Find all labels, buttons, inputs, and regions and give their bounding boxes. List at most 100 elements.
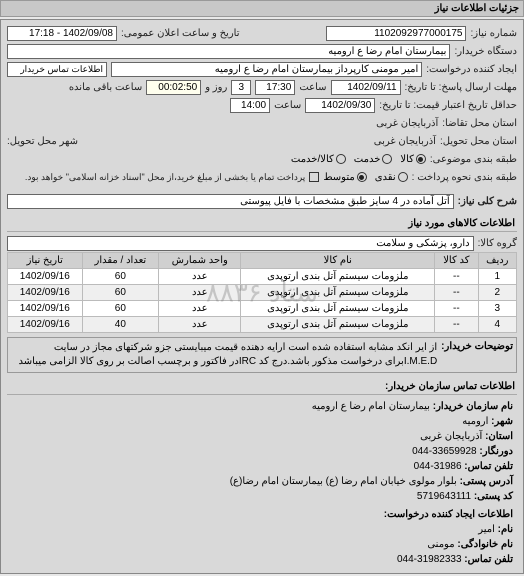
days-field: 3 bbox=[231, 80, 251, 95]
bi-name: امیر bbox=[478, 524, 495, 535]
table-row: 1--ملزومات سیستم آتل بندی ارتوپدیعدد6014… bbox=[8, 269, 517, 285]
radio-goods-service[interactable] bbox=[336, 154, 346, 164]
bi-prov-label: استان: bbox=[485, 431, 513, 442]
bi-phone-label: تلفن تماس: bbox=[464, 461, 513, 472]
province-deliver-label: استان محل تحویل: bbox=[440, 136, 517, 147]
cell-date: 1402/09/16 bbox=[8, 269, 83, 285]
buyer-info: نام سازمان خریدار: بیمارستان امام رضا ع … bbox=[7, 397, 517, 569]
bi-phone: 31986-044 bbox=[414, 461, 462, 472]
items-table-wrap: ردیف کد کالا نام کالا واحد شمارش تعداد /… bbox=[7, 252, 517, 333]
radio-cash[interactable] bbox=[398, 172, 408, 182]
deadline-time: 17:30 bbox=[255, 80, 295, 95]
bi-zip-label: کد پستی: bbox=[474, 491, 513, 502]
cell-unit: عدد bbox=[159, 285, 241, 301]
items-table: ردیف کد کالا نام کالا واحد شمارش تعداد /… bbox=[7, 252, 517, 333]
buyer-label: دستگاه خریدار: bbox=[454, 46, 517, 57]
buyer-field: بیمارستان امام رضا ع ارومیه bbox=[7, 44, 450, 59]
remain-time: 00:02:50 bbox=[146, 80, 201, 95]
cell-qty: 60 bbox=[82, 269, 159, 285]
cell-row: 1 bbox=[478, 269, 516, 285]
form-panel: شماره نیاز: 1102092977000175 تاریخ و ساع… bbox=[0, 19, 524, 574]
deadline-label: مهلت ارسال پاسخ: تا تاریخ: bbox=[405, 82, 517, 93]
cell-code: -- bbox=[435, 317, 478, 333]
radio-cash-label: نقدی bbox=[375, 172, 396, 183]
desc-box: توضیحات خریدار: از ایر انکد مشابه استفاد… bbox=[7, 337, 517, 373]
city-deliver-label: شهر محل تحویل: bbox=[7, 136, 78, 147]
cell-qty: 60 bbox=[82, 285, 159, 301]
cell-name: ملزومات سیستم آتل بندی ارتوپدی bbox=[241, 317, 435, 333]
radio-mid[interactable] bbox=[357, 172, 367, 182]
validity-time: 14:00 bbox=[230, 98, 270, 113]
radio-goods-service-label: کالا/خدمت bbox=[291, 154, 334, 165]
reqno-field: 1102092977000175 bbox=[326, 26, 466, 41]
bi-fax: 33659928-044 bbox=[412, 446, 477, 457]
contact-link[interactable]: اطلاعات تماس خریدار bbox=[7, 62, 107, 77]
class-label: طبقه بندی موضوعی: bbox=[430, 154, 517, 165]
bi-org-label: نام سازمان خریدار: bbox=[433, 401, 513, 412]
table-row: 2--ملزومات سیستم آتل بندی ارتوپدیعدد6014… bbox=[8, 285, 517, 301]
requester-label: ایجاد کننده درخواست: bbox=[426, 64, 517, 75]
group-label: گروه کالا: bbox=[478, 238, 517, 249]
days-label: روز و bbox=[205, 82, 227, 93]
cell-qty: 60 bbox=[82, 301, 159, 317]
items-title: اطلاعات کالاهای مورد نیاز bbox=[7, 214, 517, 232]
province-req: آذربایجان غربی bbox=[376, 118, 438, 129]
radio-service[interactable] bbox=[382, 154, 392, 164]
desc-label: توضیحات خریدار: bbox=[441, 341, 513, 369]
creator-title: اطلاعات ایجاد کننده درخواست: bbox=[11, 507, 513, 522]
cell-date: 1402/09/16 bbox=[8, 317, 83, 333]
col-date: تاریخ نیاز bbox=[8, 253, 83, 269]
bi-lname: مومنی bbox=[427, 539, 454, 550]
radio-goods-label: کالا bbox=[400, 154, 414, 165]
page-title: جزئیات اطلاعات نیاز bbox=[0, 0, 524, 17]
radio-mid-label: متوسط bbox=[323, 172, 354, 183]
cell-qty: 40 bbox=[82, 317, 159, 333]
time-label-2: ساعت bbox=[274, 100, 301, 111]
cell-row: 3 bbox=[478, 301, 516, 317]
group-field: دارو، پزشکی و سلامت bbox=[7, 236, 474, 251]
bi-name-label: نام: bbox=[498, 524, 513, 535]
validity-label: حداقل تاریخ اعتبار قیمت: تا تاریخ: bbox=[379, 100, 517, 111]
bi-city: ارومیه bbox=[462, 416, 488, 427]
requester-field: امیر مومنی کارپرداز بیمارستان امام رضا ع… bbox=[111, 62, 422, 77]
cell-name: ملزومات سیستم آتل بندی ارتوپدی bbox=[241, 269, 435, 285]
radio-service-label: خدمت bbox=[354, 154, 381, 165]
bi-lname-label: نام خانوادگی: bbox=[457, 539, 513, 550]
bi-org: بیمارستان امام رضا ع ارومیه bbox=[312, 401, 430, 412]
col-name: نام کالا bbox=[241, 253, 435, 269]
col-code: کد کالا bbox=[435, 253, 478, 269]
summary-label: شرح کلی نیاز: bbox=[458, 196, 517, 207]
bi-cphone: 31982333-044 bbox=[397, 554, 462, 565]
cell-row: 4 bbox=[478, 317, 516, 333]
cell-code: -- bbox=[435, 269, 478, 285]
announce-field: 1402/09/08 - 17:18 bbox=[7, 26, 117, 41]
pay-label: طبقه بندی نحوه پرداخت : bbox=[412, 172, 517, 183]
time-label-1: ساعت bbox=[299, 82, 326, 93]
cell-date: 1402/09/16 bbox=[8, 285, 83, 301]
cell-unit: عدد bbox=[159, 317, 241, 333]
desc-text: از ایر انکد مشابه استفاده شده است ارایه … bbox=[11, 341, 437, 369]
cell-code: -- bbox=[435, 285, 478, 301]
cell-row: 2 bbox=[478, 285, 516, 301]
province-req-label: استان محل تقاضا: bbox=[442, 118, 517, 129]
cell-name: ملزومات سیستم آتل بندی ارتوپدی bbox=[241, 285, 435, 301]
col-qty: تعداد / مقدار bbox=[82, 253, 159, 269]
pay-note-checkbox[interactable] bbox=[309, 172, 319, 182]
bi-cphone-label: تلفن تماس: bbox=[464, 554, 513, 565]
col-row: ردیف bbox=[478, 253, 516, 269]
pay-note: پرداخت تمام یا بخشی از مبلغ خرید،از محل … bbox=[25, 172, 305, 183]
col-unit: واحد شمارش bbox=[159, 253, 241, 269]
radio-goods[interactable] bbox=[416, 154, 426, 164]
bi-city-label: شهر: bbox=[491, 416, 513, 427]
reqno-label: شماره نیاز: bbox=[470, 28, 517, 39]
buyer-info-title: اطلاعات تماس سازمان خریدار: bbox=[7, 377, 517, 395]
cell-name: ملزومات سیستم آتل بندی ارتوپدی bbox=[241, 301, 435, 317]
table-row: 4--ملزومات سیستم آتل بندی ارتوپدیعدد4014… bbox=[8, 317, 517, 333]
cell-date: 1402/09/16 bbox=[8, 301, 83, 317]
province-deliver: آذربایجان غربی bbox=[374, 136, 436, 147]
deadline-date: 1402/09/11 bbox=[331, 80, 401, 95]
summary-field: آتل آماده در 4 سایز طبق مشخصات با فایل پ… bbox=[7, 194, 454, 209]
cell-code: -- bbox=[435, 301, 478, 317]
validity-date: 1402/09/30 bbox=[305, 98, 375, 113]
bi-addr: بلوار مولوی خیابان امام رضا (ع) بیمارستا… bbox=[230, 476, 457, 487]
